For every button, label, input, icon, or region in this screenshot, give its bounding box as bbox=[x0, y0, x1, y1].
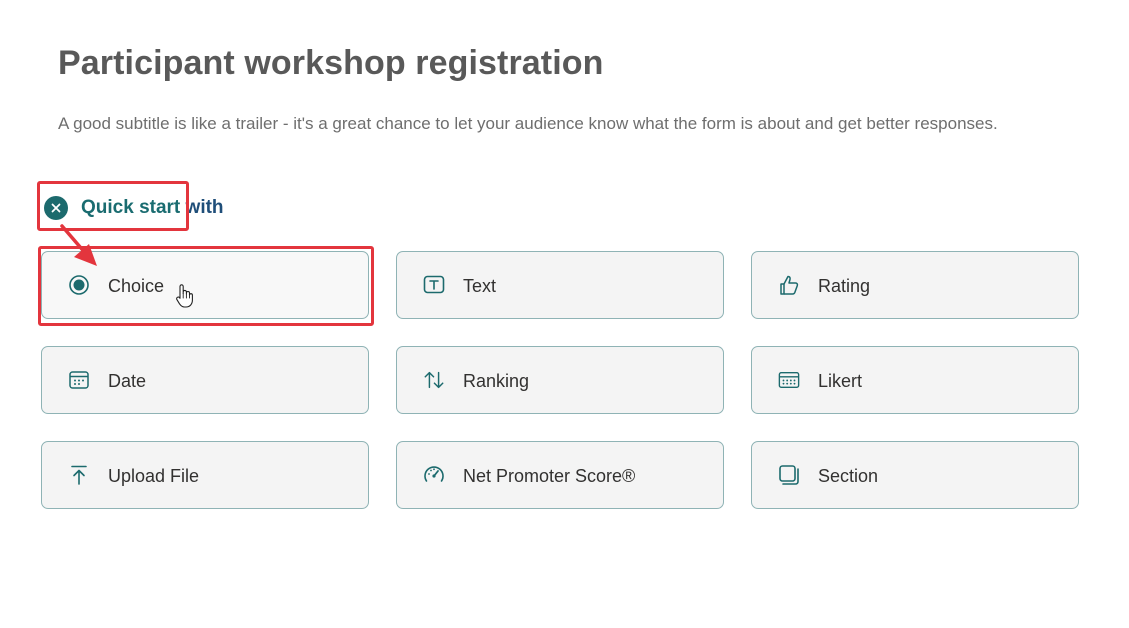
ranking-question-button[interactable]: Ranking bbox=[396, 346, 724, 414]
choice-question-button[interactable]: Choice bbox=[41, 251, 369, 319]
likert-question-button[interactable]: Likert bbox=[751, 346, 1079, 414]
form-title[interactable]: Participant workshop registration bbox=[58, 44, 604, 83]
text-question-button[interactable]: Text bbox=[396, 251, 724, 319]
close-icon[interactable] bbox=[44, 196, 68, 220]
rating-label: Rating bbox=[818, 276, 871, 296]
quick-start-label: Quick start with bbox=[81, 197, 224, 219]
net-promoter-score-question-button[interactable]: Net Promoter Score® bbox=[396, 441, 724, 509]
section-label: Section bbox=[818, 466, 879, 486]
date-label: Date bbox=[108, 371, 147, 391]
likert-label: Likert bbox=[818, 371, 863, 391]
text-label: Text bbox=[463, 276, 497, 296]
upload-icon bbox=[68, 464, 90, 486]
upload-file-question-button[interactable]: Upload File bbox=[41, 441, 369, 509]
choice-label: Choice bbox=[108, 276, 165, 296]
calendar-icon bbox=[68, 369, 90, 391]
likert-icon bbox=[778, 369, 800, 391]
ranking-icon bbox=[423, 369, 445, 391]
text-icon bbox=[423, 274, 445, 296]
ranking-label: Ranking bbox=[463, 371, 530, 391]
quick-start-label-tail: with bbox=[185, 197, 224, 218]
section-button[interactable]: Section bbox=[751, 441, 1079, 509]
upload-file-label: Upload File bbox=[108, 466, 200, 486]
section-icon bbox=[778, 464, 800, 486]
thumbs-up-icon bbox=[778, 274, 800, 296]
gauge-icon bbox=[423, 464, 445, 486]
radio-icon bbox=[68, 274, 90, 296]
quick-start-label-main: Quick start bbox=[81, 197, 186, 218]
net-promoter-score-label: Net Promoter Score® bbox=[463, 466, 636, 486]
rating-question-button[interactable]: Rating bbox=[751, 251, 1079, 319]
date-question-button[interactable]: Date bbox=[41, 346, 369, 414]
quick-start-header: Quick start with bbox=[44, 195, 224, 221]
form-subtitle[interactable]: A good subtitle is like a trailer - it's… bbox=[58, 114, 998, 134]
